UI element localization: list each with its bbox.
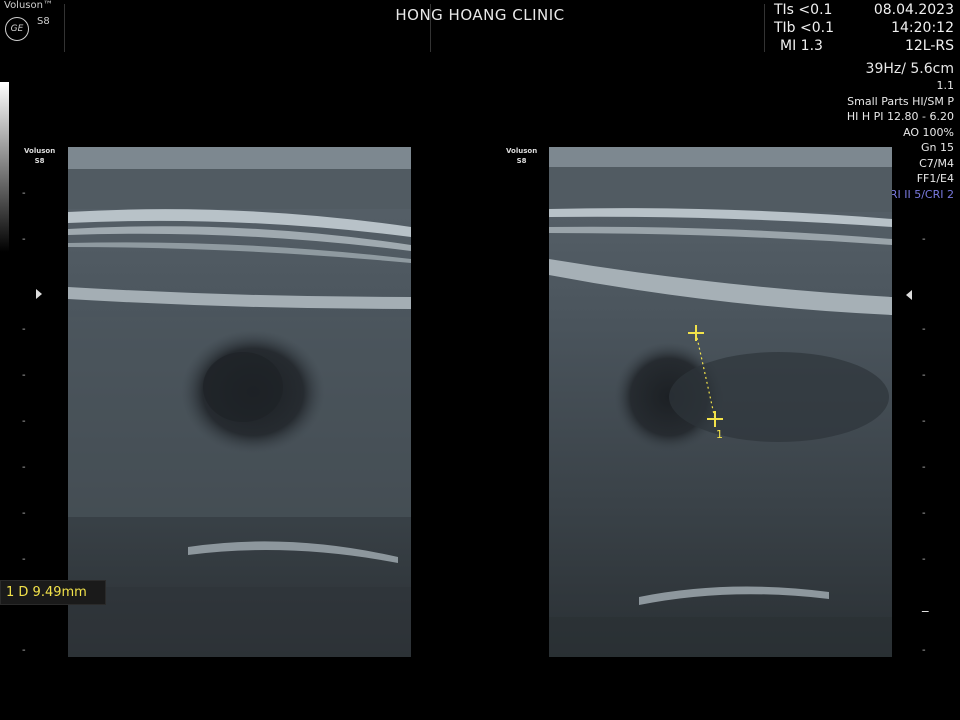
model-label: S8 bbox=[37, 16, 50, 27]
ge-logo-icon: GE bbox=[5, 17, 29, 41]
ultrasound-image-left[interactable] bbox=[68, 147, 411, 657]
tib-value: TIb <0.1 bbox=[774, 20, 835, 36]
tis-value: TIs <0.1 bbox=[774, 2, 833, 18]
depth-tick: - bbox=[922, 234, 926, 245]
date: 08.04.2023 bbox=[873, 2, 954, 18]
focus-marker-icon bbox=[36, 289, 42, 299]
frequency: HI H PI 12.80 - 6.20 bbox=[846, 110, 954, 123]
acoustic-output: AO 100% bbox=[903, 125, 954, 139]
depth-tick: - bbox=[22, 370, 26, 381]
caliper-label: 1 bbox=[716, 428, 723, 441]
depth-tick: - bbox=[22, 645, 26, 656]
focus-marker-icon bbox=[906, 290, 912, 300]
depth-tick: - bbox=[922, 416, 926, 427]
depth-tick: - bbox=[22, 554, 26, 565]
caliper-end-icon[interactable] bbox=[707, 411, 723, 427]
header-bar: Voluson™ GE S8 HONG HOANG CLINIC TIs <0.… bbox=[0, 0, 960, 56]
depth-tick: - bbox=[22, 508, 26, 519]
header-divider bbox=[764, 4, 765, 52]
preset-name: Small Parts HI/SM P bbox=[847, 94, 954, 108]
voluson-logo-left: Voluson S8 bbox=[24, 147, 56, 165]
grayscale-bar bbox=[0, 82, 9, 252]
brand-label: Voluson™ bbox=[4, 0, 53, 11]
header-divider bbox=[64, 4, 65, 52]
probe-name: 12L-RS bbox=[904, 38, 954, 54]
depth-tick: - bbox=[922, 462, 926, 473]
depth-tick: - bbox=[922, 508, 926, 519]
depth-tick: - bbox=[922, 370, 926, 381]
depth-tick: - bbox=[922, 645, 926, 656]
depth-tick: - bbox=[922, 554, 926, 565]
caliper-start-icon[interactable] bbox=[688, 325, 704, 341]
clinic-name: HONG HOANG CLINIC bbox=[395, 6, 565, 24]
caliper-overlay[interactable]: 1 bbox=[549, 147, 892, 657]
depth-tick: - bbox=[22, 462, 26, 473]
depth-tick: - bbox=[22, 416, 26, 427]
frame-rate-depth: 39Hz/ 5.6cm bbox=[865, 61, 954, 77]
depth-tick: - bbox=[922, 324, 926, 335]
time: 14:20:12 bbox=[891, 20, 954, 36]
depth-tick: _ bbox=[922, 598, 929, 613]
measurement-result: 1 D 9.49mm bbox=[0, 580, 106, 605]
depth-tick: - bbox=[22, 234, 26, 245]
zoom-factor: 1.1 bbox=[936, 79, 955, 92]
depth-tick: - bbox=[22, 324, 26, 335]
mi-value: MI 1.3 bbox=[780, 38, 823, 54]
depth-tick: - bbox=[22, 188, 26, 199]
measurement-text: 1 D 9.49mm bbox=[6, 585, 87, 600]
voluson-logo-right: Voluson S8 bbox=[506, 147, 538, 165]
